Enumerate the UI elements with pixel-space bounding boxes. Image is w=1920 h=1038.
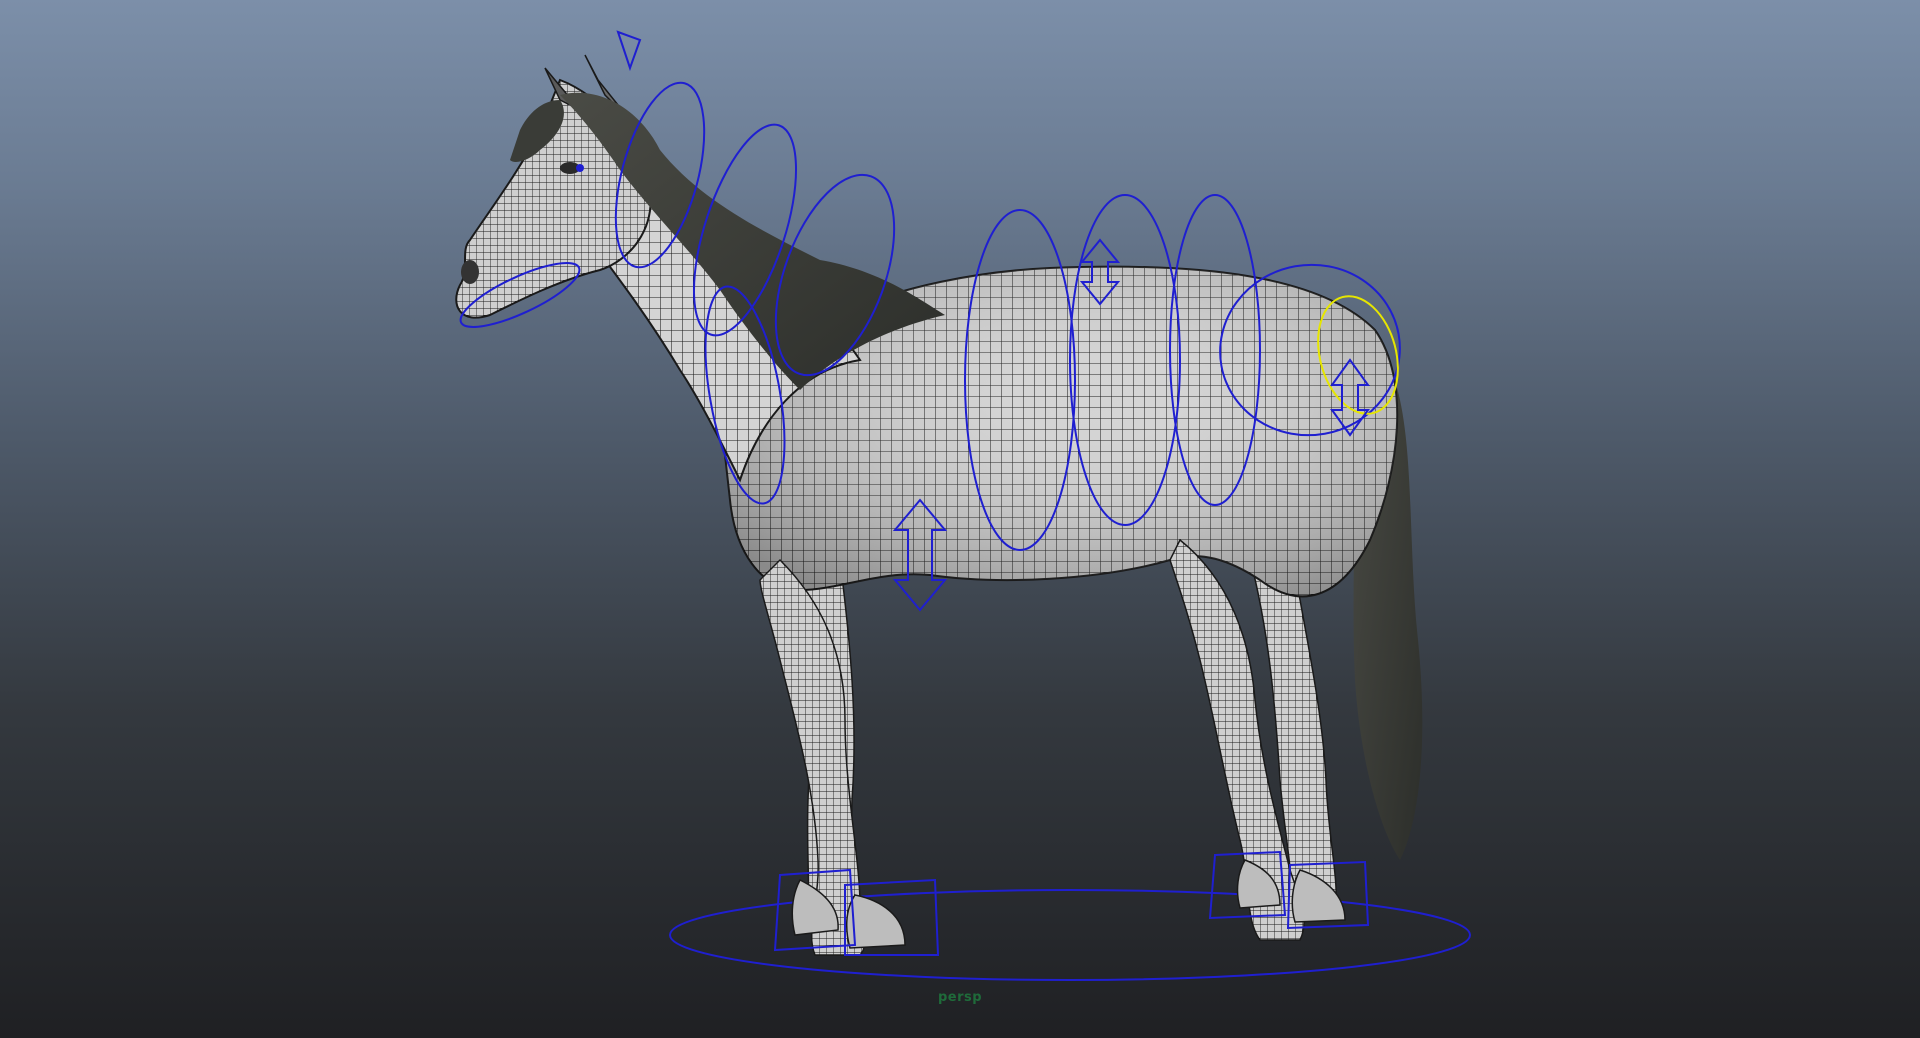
hoof-near-hind[interactable] xyxy=(1291,869,1346,923)
camera-label: persp xyxy=(937,990,983,1005)
viewport-scene[interactable] xyxy=(0,0,1920,1038)
ear-control-arrow[interactable] xyxy=(616,30,642,72)
perspective-viewport[interactable]: persp xyxy=(0,0,1920,1038)
ground-control-circle[interactable] xyxy=(669,889,1471,981)
eye-control[interactable] xyxy=(576,164,584,172)
horse-nostril xyxy=(461,260,479,284)
